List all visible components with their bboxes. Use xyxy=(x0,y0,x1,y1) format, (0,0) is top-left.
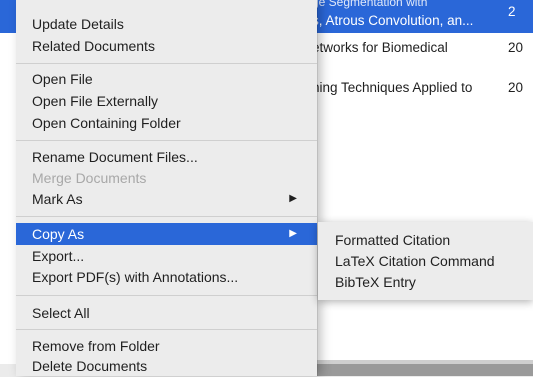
menu-item-delete-documents[interactable]: Delete Documents xyxy=(16,355,317,377)
menu-item-mark-as[interactable]: Mark As ▶ xyxy=(16,188,317,210)
menu-separator xyxy=(16,216,317,217)
context-menu: Update Details Related Documents Open Fi… xyxy=(16,0,317,376)
submenu-arrow-icon: ▶ xyxy=(289,193,297,204)
menu-item-copy-as[interactable]: Copy As ▶ xyxy=(16,223,317,245)
menu-item-open-containing-folder[interactable]: Open Containing Folder xyxy=(16,112,317,134)
menu-separator xyxy=(16,63,317,64)
document-year: 20 xyxy=(508,80,524,95)
menu-item-remove-from-folder[interactable]: Remove from Folder xyxy=(16,335,317,357)
menu-item-open-file-externally[interactable]: Open File Externally xyxy=(16,90,317,112)
menu-item-update-details[interactable]: Update Details xyxy=(16,13,317,35)
submenu-item-formatted-citation[interactable]: Formatted Citation xyxy=(318,230,533,251)
menu-item-open-file[interactable]: Open File xyxy=(16,68,317,90)
menu-separator xyxy=(16,295,317,296)
menu-item-label: Mark As xyxy=(32,191,83,207)
menu-separator xyxy=(16,329,317,330)
menu-separator xyxy=(16,140,317,141)
document-title: ning Techniques Applied to xyxy=(312,80,473,95)
menu-item-rename-document-files[interactable]: Rename Document Files... xyxy=(16,146,317,168)
document-title-line1: ge Segmentation with xyxy=(312,0,428,9)
document-year: 2 xyxy=(508,4,516,19)
menu-item-related-documents[interactable]: Related Documents xyxy=(16,35,317,57)
submenu-item-bibtex-entry[interactable]: BibTeX Entry xyxy=(318,272,533,293)
menu-item-label: Copy As xyxy=(32,226,85,242)
document-title: etworks for Biomedical xyxy=(312,40,448,55)
menu-item-export-pdfs-with-annotations[interactable]: Export PDF(s) with Annotations... xyxy=(16,266,317,288)
document-title-line2: s, Atrous Convolution, an... xyxy=(312,13,474,28)
menu-item-select-all[interactable]: Select All xyxy=(16,302,317,324)
menu-item-export[interactable]: Export... xyxy=(16,245,317,267)
horizontal-scrollbar[interactable] xyxy=(300,360,533,376)
copy-as-submenu: Formatted Citation LaTeX Citation Comman… xyxy=(318,222,533,300)
submenu-arrow-icon: ▶ xyxy=(289,228,297,239)
document-year: 20 xyxy=(508,40,524,55)
menu-item-merge-documents: Merge Documents xyxy=(32,170,147,186)
submenu-item-latex-citation-command[interactable]: LaTeX Citation Command xyxy=(318,251,533,272)
